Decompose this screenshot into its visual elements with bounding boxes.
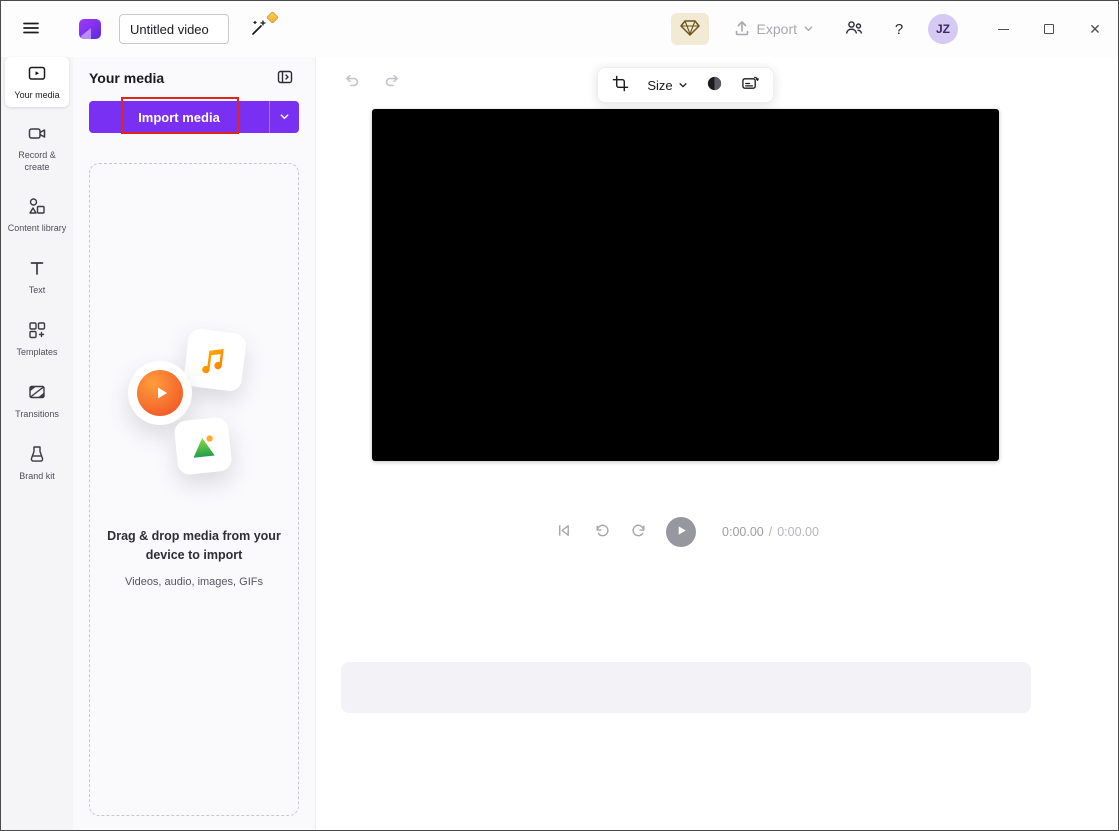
current-time: 0:00.00: [722, 525, 764, 539]
sidebar-item-label: Brand kit: [19, 471, 55, 482]
collapse-panel-button[interactable]: [271, 65, 299, 91]
play-media-icon: [128, 361, 192, 425]
magic-wand-icon: [249, 18, 269, 41]
help-button[interactable]: ?: [884, 11, 914, 47]
skip-to-start-icon: [555, 522, 572, 542]
media-panel: Your media Import media: [73, 57, 316, 830]
rotate-back-icon: [593, 522, 610, 542]
jump-back-button[interactable]: [590, 521, 612, 543]
question-mark-label: ?: [895, 21, 903, 38]
preview-toolbar: Size: [597, 67, 773, 103]
dropzone-illustration: [124, 331, 264, 481]
crop-button[interactable]: [612, 75, 629, 95]
import-media-dropdown-button[interactable]: [269, 101, 299, 133]
avatar-initials: JZ: [936, 22, 950, 36]
minimize-icon: [998, 29, 1009, 30]
clipchamp-logo-icon: [77, 16, 103, 42]
playback-controls: 0:00.00 / 0:00.00: [372, 517, 999, 547]
sidebar-item-your-media[interactable]: Your media: [5, 57, 69, 107]
video-title-input[interactable]: [119, 14, 229, 44]
size-label: Size: [647, 78, 672, 93]
maximize-icon: [1044, 24, 1054, 34]
export-upload-icon: [733, 19, 751, 40]
export-chevron-icon: [803, 21, 814, 37]
sidebar-item-transitions[interactable]: Transitions: [5, 375, 69, 427]
total-time: 0:00.00: [777, 525, 819, 539]
color-filter-icon: [706, 75, 723, 95]
sidebar-item-label: Your media: [14, 90, 59, 101]
editor-canvas: Size: [316, 57, 1118, 830]
collapse-panel-icon: [276, 68, 294, 89]
upgrade-gem-button[interactable]: [671, 13, 709, 45]
dropzone-subtitle: Videos, audio, images, GIFs: [125, 576, 263, 588]
play-icon: [675, 524, 688, 540]
sidebar-item-brand-kit[interactable]: Brand kit: [5, 437, 69, 489]
chevron-down-icon: [279, 110, 290, 125]
top-bar: Export ? JZ ✕: [1, 1, 1118, 57]
crop-icon: [612, 75, 629, 95]
brand-kit-icon: [27, 444, 47, 467]
play-button[interactable]: [666, 517, 696, 547]
shapes-icon: [27, 196, 47, 219]
transitions-icon: [27, 382, 47, 405]
hamburger-icon: [21, 18, 41, 41]
media-panel-title: Your media: [89, 70, 164, 86]
close-icon: ✕: [1089, 22, 1101, 36]
import-media-label: Import media: [138, 110, 220, 125]
sidebar-item-record-create[interactable]: Record & create: [5, 117, 69, 179]
undo-button[interactable]: [340, 69, 364, 93]
image-icon: [173, 417, 232, 476]
people-icon: [844, 18, 864, 41]
templates-icon: [27, 320, 47, 343]
sidebar-item-label: Templates: [16, 347, 57, 358]
sidebar-item-label: Content library: [8, 223, 67, 234]
media-dropzone[interactable]: Drag & drop media from your device to im…: [89, 163, 299, 816]
sidebar-item-label: Text: [29, 285, 46, 296]
camera-icon: [27, 123, 47, 146]
dropzone-title: Drag & drop media from your device to im…: [105, 527, 283, 563]
sidebar-item-templates[interactable]: Templates: [5, 313, 69, 365]
import-media-button[interactable]: Import media: [89, 101, 269, 133]
window-close-button[interactable]: ✕: [1072, 9, 1118, 49]
sidebar-item-label: Record & create: [5, 150, 69, 173]
gem-icon: [680, 19, 700, 40]
captions-button[interactable]: [741, 75, 759, 95]
collaborate-button[interactable]: [836, 11, 872, 47]
rotate-forward-icon: [631, 522, 648, 542]
undo-icon: [343, 71, 361, 92]
text-icon: [27, 258, 47, 281]
app-window: Export ? JZ ✕: [0, 0, 1119, 831]
music-note-icon: [183, 328, 248, 393]
hamburger-menu-button[interactable]: [13, 11, 49, 47]
captions-icon: [741, 75, 759, 95]
skip-to-start-button[interactable]: [552, 521, 574, 543]
size-dropdown[interactable]: Size: [647, 78, 687, 93]
sidebar-item-label: Transitions: [15, 409, 59, 420]
timeline-track[interactable]: [341, 662, 1031, 713]
sidebar-item-content-library[interactable]: Content library: [5, 189, 69, 241]
left-nav-rail: Your media Record & create Content libra…: [1, 57, 73, 830]
export-label: Export: [757, 21, 797, 37]
sidebar-item-text[interactable]: Text: [5, 251, 69, 303]
time-separator: /: [769, 525, 772, 539]
time-display: 0:00.00 / 0:00.00: [722, 525, 819, 539]
window-controls: ✕: [980, 9, 1118, 49]
window-minimize-button[interactable]: [980, 9, 1026, 49]
filters-button[interactable]: [706, 75, 723, 95]
export-button[interactable]: Export: [733, 19, 814, 40]
chevron-down-icon: [678, 78, 688, 93]
jump-forward-button[interactable]: [628, 521, 650, 543]
window-maximize-button[interactable]: [1026, 9, 1072, 49]
your-media-icon: [27, 63, 47, 86]
user-avatar[interactable]: JZ: [928, 14, 958, 44]
video-preview: [372, 109, 999, 461]
